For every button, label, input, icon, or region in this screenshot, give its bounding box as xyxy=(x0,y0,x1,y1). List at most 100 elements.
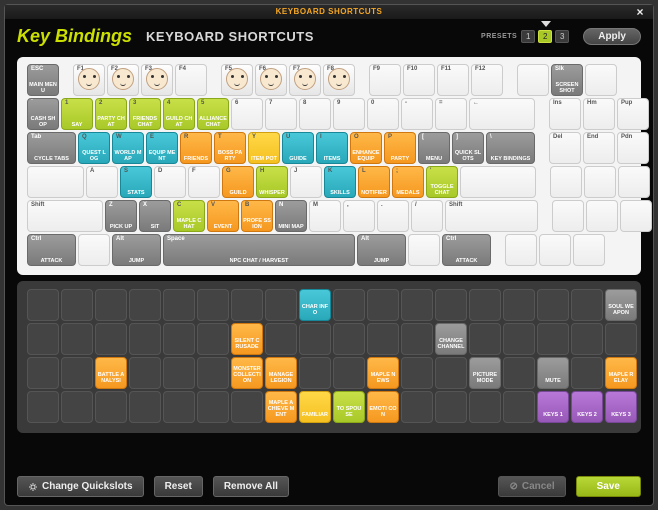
save-button[interactable]: Save xyxy=(576,476,641,497)
key-F1[interactable]: F1 xyxy=(73,64,105,96)
key-8[interactable]: 8 xyxy=(299,98,331,130)
key-F6[interactable]: F6 xyxy=(255,64,287,96)
unbound-change-channel[interactable]: CHANGE CHANNEL xyxy=(435,323,467,355)
key-I[interactable]: IITEMS xyxy=(316,132,348,164)
unbound-empty[interactable] xyxy=(435,391,467,423)
key-Ins[interactable]: Ins xyxy=(549,98,581,130)
key-J[interactable]: J xyxy=(290,166,322,198)
unbound-empty[interactable] xyxy=(265,323,297,355)
key-blank[interactable] xyxy=(539,234,571,266)
unbound-empty[interactable] xyxy=(163,357,195,389)
key-blank[interactable] xyxy=(517,64,549,96)
key-Hm[interactable]: Hm xyxy=(583,98,615,130)
key-N[interactable]: NMINI MAP xyxy=(275,200,307,232)
unbound-silent-crusade[interactable]: SILENT CRUSADE xyxy=(231,323,263,355)
change-quickslots-button[interactable]: Change Quickslots xyxy=(17,476,144,497)
unbound-empty[interactable] xyxy=(27,391,59,423)
unbound-picture-mode[interactable]: PICTURE MODE xyxy=(469,357,501,389)
key-blank[interactable] xyxy=(552,200,584,232)
key-;[interactable]: ;MEDALS xyxy=(392,166,424,198)
unbound-empty[interactable] xyxy=(197,323,229,355)
unbound-empty[interactable] xyxy=(435,357,467,389)
unbound-maple-relay[interactable]: MAPLE RELAY xyxy=(605,357,637,389)
key-Shift[interactable]: Shift xyxy=(27,200,103,232)
unbound-empty[interactable] xyxy=(231,289,263,321)
key-End[interactable]: End xyxy=(583,132,615,164)
unbound-keys-1[interactable]: KEYS 1 xyxy=(537,391,569,423)
key-Tab[interactable]: TabCYCLE TABS xyxy=(27,132,76,164)
key-F5[interactable]: F5 xyxy=(221,64,253,96)
unbound-empty[interactable] xyxy=(401,391,433,423)
key-blank[interactable] xyxy=(27,166,84,198)
apply-button[interactable]: Apply xyxy=(583,28,641,45)
unbound-empty[interactable] xyxy=(129,289,161,321)
key-Space[interactable]: SpaceNPC CHAT / HARVEST xyxy=(163,234,355,266)
key-Alt[interactable]: AltJUMP xyxy=(357,234,406,266)
unbound-familiar[interactable]: FAMILIAR xyxy=(299,391,331,423)
unbound-empty[interactable] xyxy=(469,391,501,423)
key-Alt[interactable]: AltJUMP xyxy=(112,234,161,266)
key-M[interactable]: M xyxy=(309,200,341,232)
key-Shift[interactable]: Shift xyxy=(445,200,538,232)
key-Q[interactable]: QQUEST LOG xyxy=(78,132,110,164)
unbound-empty[interactable] xyxy=(197,357,229,389)
key-W[interactable]: WWORLD MAP xyxy=(112,132,144,164)
key-5[interactable]: 5ALLIANCE CHAT xyxy=(197,98,229,130)
key-Z[interactable]: ZPICK UP xyxy=(105,200,137,232)
key-Ctrl[interactable]: CtrlATTACK xyxy=(27,234,76,266)
key--[interactable]: - xyxy=(401,98,433,130)
unbound-empty[interactable] xyxy=(197,289,229,321)
key-C[interactable]: CMAPLE CHAT xyxy=(173,200,205,232)
unbound-empty[interactable] xyxy=(401,323,433,355)
unbound-empty[interactable] xyxy=(333,357,365,389)
key-blank[interactable] xyxy=(618,166,650,198)
key-R[interactable]: RFRIENDS xyxy=(180,132,212,164)
key-][interactable]: ]QUICK SLOTS xyxy=(452,132,484,164)
preset-slot-2[interactable]: 2 xyxy=(538,30,552,43)
unbound-empty[interactable] xyxy=(537,289,569,321)
unbound-empty[interactable] xyxy=(129,323,161,355)
unbound-mute[interactable]: MUTE xyxy=(537,357,569,389)
key-1[interactable]: 1SAY xyxy=(61,98,93,130)
key-Slk[interactable]: SlkSCREEN SHOT xyxy=(551,64,583,96)
key-D[interactable]: D xyxy=(154,166,186,198)
unbound-empty[interactable] xyxy=(503,289,535,321)
key-L[interactable]: LNOTIFIER xyxy=(358,166,390,198)
preset-slot-3[interactable]: 3 xyxy=(555,30,569,43)
key-blank[interactable] xyxy=(585,64,617,96)
key-E[interactable]: EEQUIP MENT xyxy=(146,132,178,164)
key-=[interactable]: = xyxy=(435,98,467,130)
key-F3[interactable]: F3 xyxy=(141,64,173,96)
key-O[interactable]: OENHANCE EQUIP xyxy=(350,132,382,164)
unbound-maple-achieve-ment[interactable]: MAPLE ACHIEVE MENT xyxy=(265,391,297,423)
key-,[interactable]: , xyxy=(343,200,375,232)
key-Ctrl[interactable]: CtrlATTACK xyxy=(442,234,491,266)
key-blank[interactable] xyxy=(586,200,618,232)
key-ESC[interactable]: ESCMAIN MENU xyxy=(27,64,59,96)
unbound-char-info[interactable]: CHAR INFO xyxy=(299,289,331,321)
unbound-empty[interactable] xyxy=(299,323,331,355)
unbound-empty[interactable] xyxy=(435,289,467,321)
key-A[interactable]: A xyxy=(86,166,118,198)
unbound-emoti-con[interactable]: EMOTI CON xyxy=(367,391,399,423)
unbound-keys-2[interactable]: KEYS 2 xyxy=(571,391,603,423)
key-V[interactable]: VEVENT xyxy=(207,200,239,232)
key-P[interactable]: PPARTY xyxy=(384,132,416,164)
unbound-keys-3[interactable]: KEYS 3 xyxy=(605,391,637,423)
unbound-to-spouse[interactable]: TO SPOUSE xyxy=(333,391,365,423)
unbound-soul-weapon[interactable]: SOUL WEAPON xyxy=(605,289,637,321)
key-/[interactable]: / xyxy=(411,200,443,232)
unbound-empty[interactable] xyxy=(333,323,365,355)
unbound-empty[interactable] xyxy=(163,391,195,423)
unbound-battle-analysi[interactable]: BATTLE ANALYSI xyxy=(95,357,127,389)
unbound-monster-collection[interactable]: MONSTER COLLECTION xyxy=(231,357,263,389)
unbound-empty[interactable] xyxy=(27,289,59,321)
key-Y[interactable]: YITEM POT xyxy=(248,132,280,164)
removeall-button[interactable]: Remove All xyxy=(213,476,289,497)
key-4[interactable]: 4GUILD CHAT xyxy=(163,98,195,130)
unbound-empty[interactable] xyxy=(265,289,297,321)
key-T[interactable]: TBOSS PARTY xyxy=(214,132,246,164)
key-\[interactable]: \KEY BINDINGS xyxy=(486,132,535,164)
key-G[interactable]: GGUILD xyxy=(222,166,254,198)
unbound-empty[interactable] xyxy=(605,323,637,355)
